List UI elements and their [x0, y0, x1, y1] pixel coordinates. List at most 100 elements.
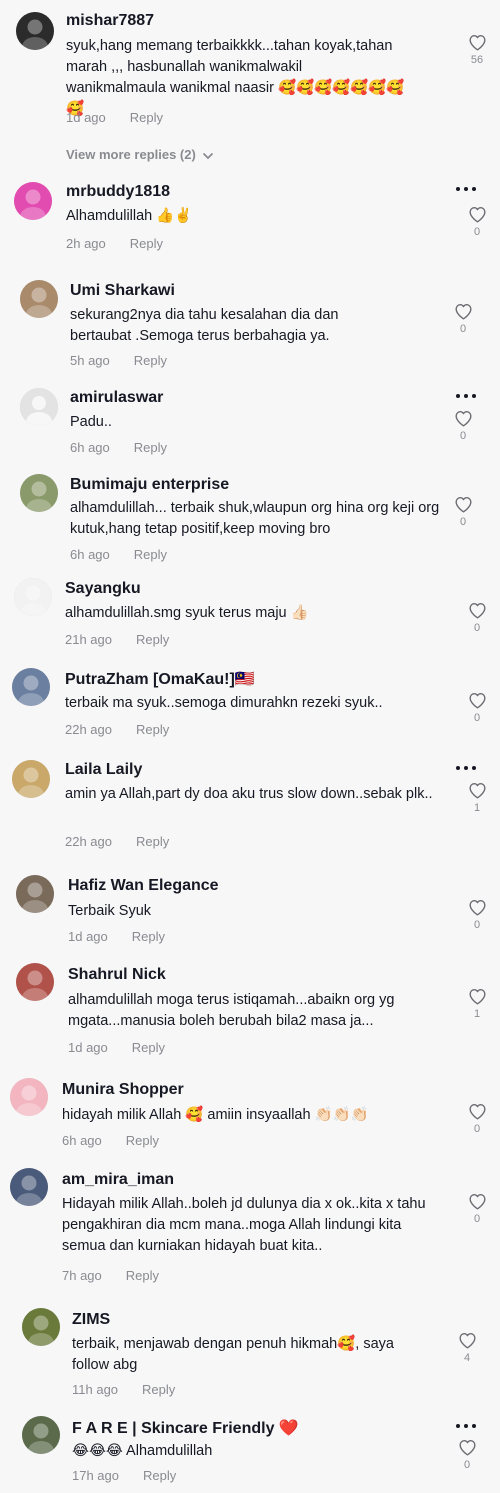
avatar[interactable]: [16, 875, 54, 913]
reply-button[interactable]: Reply: [136, 722, 169, 737]
comment-meta: 7h ago Reply: [62, 1268, 159, 1283]
like-button[interactable]: 0: [466, 692, 488, 724]
comment-timestamp: 6h ago: [62, 1133, 102, 1148]
comment-username[interactable]: Umi Sharkawi: [70, 282, 175, 300]
comment-timestamp: 5h ago: [70, 353, 110, 368]
like-button[interactable]: 4: [456, 1332, 478, 1364]
comment-timestamp: 2h ago: [66, 236, 106, 251]
avatar[interactable]: [10, 1078, 48, 1116]
like-button[interactable]: 0: [456, 1439, 478, 1471]
comment-username[interactable]: Hafiz Wan Elegance: [68, 877, 219, 895]
avatar[interactable]: [22, 1308, 60, 1346]
comment-username[interactable]: mishar7887: [66, 12, 154, 30]
reply-button[interactable]: Reply: [126, 1133, 159, 1148]
comment-username[interactable]: am_mira_iman: [62, 1171, 174, 1189]
heart-icon: [468, 989, 486, 1005]
reply-button[interactable]: Reply: [130, 236, 163, 251]
heart-icon: [468, 783, 486, 799]
comment-text: syuk,hang memang terbaikkkk...tahan koya…: [66, 38, 405, 117]
comment-timestamp: 17h ago: [72, 1468, 119, 1483]
comment-text: Padu..: [70, 414, 112, 430]
comment-username[interactable]: amirulaswar: [70, 389, 163, 407]
comment-meta: 17h ago Reply: [72, 1468, 176, 1483]
more-options-icon[interactable]: [456, 187, 490, 193]
like-count: 0: [473, 226, 481, 238]
like-button[interactable]: 0: [452, 410, 474, 442]
reply-button[interactable]: Reply: [130, 110, 163, 125]
heart-icon: [468, 603, 486, 619]
avatar[interactable]: [14, 182, 52, 220]
more-options-icon[interactable]: [456, 394, 490, 400]
comment-text: Terbaik Syuk: [68, 903, 152, 919]
comment-username[interactable]: ZIMS: [72, 1311, 110, 1329]
like-button[interactable]: 0: [466, 602, 488, 634]
comment-username[interactable]: Bumimaju enterprise: [70, 476, 229, 494]
heart-icon: [468, 900, 486, 916]
like-count: 0: [459, 430, 467, 442]
comment-username[interactable]: Sayangku: [65, 580, 141, 598]
comment-username[interactable]: mrbuddy1818: [66, 183, 170, 201]
like-count: 56: [470, 54, 484, 66]
avatar[interactable]: [12, 668, 50, 706]
avatar[interactable]: [20, 474, 58, 512]
avatar[interactable]: [16, 963, 54, 1001]
like-count: 0: [473, 1123, 481, 1135]
more-options-icon[interactable]: [456, 1424, 490, 1430]
avatar[interactable]: [16, 12, 54, 50]
comment-username[interactable]: F A R E | Skincare Friendly ❤️: [72, 1418, 299, 1438]
comment-meta: 1d ago Reply: [66, 110, 163, 125]
like-button[interactable]: 1: [466, 988, 488, 1020]
like-button[interactable]: 0: [466, 899, 488, 931]
like-button[interactable]: 0: [466, 1103, 488, 1135]
like-button[interactable]: 0: [452, 303, 474, 335]
avatar[interactable]: [20, 388, 58, 426]
heart-icon: [468, 1104, 486, 1120]
reply-button[interactable]: Reply: [134, 440, 167, 455]
avatar[interactable]: [22, 1416, 60, 1454]
comment-timestamp: 22h ago: [65, 834, 112, 849]
heart-icon: [468, 35, 486, 51]
like-button[interactable]: 0: [466, 1193, 488, 1225]
reply-button[interactable]: Reply: [132, 929, 165, 944]
comment-text: Alhamdulillah 👍✌️: [66, 208, 193, 224]
comment-text: 😂😂😂 Alhamdulillah: [72, 1443, 213, 1459]
more-options-icon[interactable]: [456, 766, 490, 772]
comment-text: sekurang2nya dia tahu kesalahan dia dan …: [70, 307, 339, 344]
comment-username[interactable]: Laila Laily: [65, 761, 142, 779]
like-count: 0: [473, 712, 481, 724]
comment-text: alhamdulillah.smg syuk terus maju 👍🏻: [65, 605, 309, 621]
reply-button[interactable]: Reply: [142, 1382, 175, 1397]
reply-button[interactable]: Reply: [126, 1268, 159, 1283]
reply-button[interactable]: Reply: [134, 547, 167, 562]
reply-button[interactable]: Reply: [134, 353, 167, 368]
comment-timestamp: 6h ago: [70, 547, 110, 562]
avatar[interactable]: [10, 1168, 48, 1206]
like-count: 0: [473, 919, 481, 931]
like-count: 0: [463, 1459, 471, 1471]
reply-button[interactable]: Reply: [136, 632, 169, 647]
like-button[interactable]: 0: [466, 206, 488, 238]
reply-button[interactable]: Reply: [136, 834, 169, 849]
like-button[interactable]: 1: [466, 782, 488, 814]
comment-username[interactable]: Munira Shopper: [62, 1081, 184, 1099]
avatar[interactable]: [20, 280, 58, 318]
comment-meta: 6h ago Reply: [70, 547, 167, 562]
like-count: 0: [459, 323, 467, 335]
comment-timestamp: 22h ago: [65, 722, 112, 737]
avatar[interactable]: [14, 578, 52, 616]
heart-icon: [454, 411, 472, 427]
comment-username[interactable]: PutraZham [OmaKau!]🇲🇾: [65, 669, 255, 689]
heart-icon: [468, 1194, 486, 1210]
like-count: 1: [473, 1008, 481, 1020]
view-more-replies-button[interactable]: View more replies (2): [66, 147, 214, 162]
comment-username[interactable]: Shahrul Nick: [68, 966, 166, 984]
reply-button[interactable]: Reply: [143, 1468, 176, 1483]
heart-icon: [468, 207, 486, 223]
avatar[interactable]: [12, 760, 50, 798]
like-button[interactable]: 56: [466, 34, 488, 66]
reply-button[interactable]: Reply: [132, 1040, 165, 1055]
like-button[interactable]: 0: [452, 496, 474, 528]
comment-text: Hidayah milik Allah..boleh jd dulunya di…: [62, 1196, 426, 1254]
like-count: 0: [459, 516, 467, 528]
heart-icon: [458, 1333, 476, 1349]
